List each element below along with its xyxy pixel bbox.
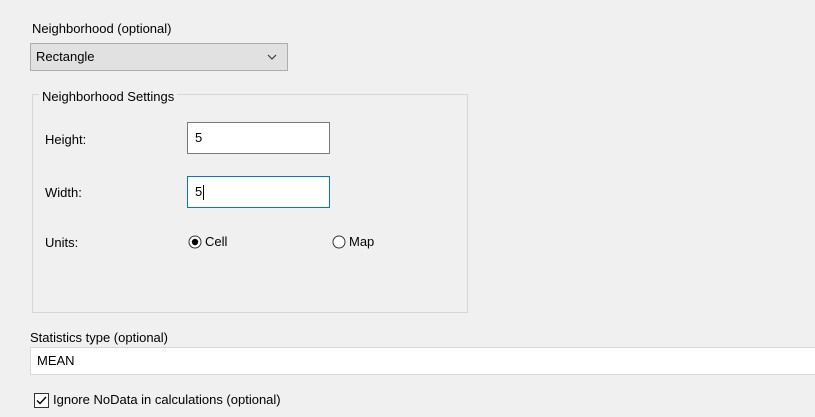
neighborhood-settings-title: Neighborhood Settings	[39, 89, 178, 105]
width-input[interactable]: 5	[187, 176, 330, 208]
units-radio-cell-label: Cell	[205, 234, 228, 249]
units-radio-cell[interactable]: Cell	[188, 234, 227, 250]
neighborhood-dropdown[interactable]: Rectangle	[30, 43, 288, 71]
radio-unselected-icon	[332, 235, 346, 249]
height-input[interactable]: 5	[187, 122, 330, 154]
ignore-nodata-checkbox[interactable]: Ignore NoData in calculations (optional)	[34, 392, 281, 408]
units-radio-map[interactable]: Map	[332, 234, 374, 250]
height-label: Height:	[45, 132, 87, 147]
radio-selected-icon	[188, 235, 202, 249]
checkbox-checked-icon	[34, 392, 49, 408]
width-input-value: 5	[195, 184, 203, 199]
neighborhood-label: Neighborhood (optional)	[32, 21, 172, 36]
statistics-type-value: MEAN	[37, 353, 75, 368]
chevron-down-icon	[267, 54, 277, 60]
units-radio-map-label: Map	[349, 234, 375, 249]
statistics-type-label: Statistics type (optional)	[30, 330, 169, 345]
statistics-type-field[interactable]: MEAN	[30, 347, 815, 375]
units-label: Units:	[45, 235, 79, 250]
text-caret	[203, 184, 205, 200]
neighborhood-selected-value: Rectangle	[36, 49, 95, 64]
ignore-nodata-label: Ignore NoData in calculations (optional)	[53, 392, 281, 407]
height-input-value: 5	[195, 130, 203, 145]
width-label: Width:	[45, 185, 82, 200]
